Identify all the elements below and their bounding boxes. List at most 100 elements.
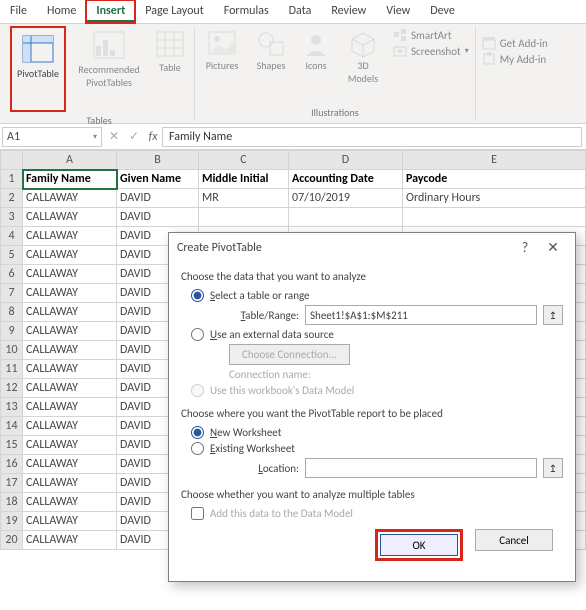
row-header[interactable]: 3 [1, 208, 23, 227]
row-header[interactable]: 13 [1, 398, 23, 417]
row-header[interactable]: 17 [1, 474, 23, 493]
row-header[interactable]: 1 [1, 170, 23, 189]
get-addins-button[interactable]: Get Add-in [482, 36, 548, 50]
smartart-button[interactable]: SmartArt [393, 28, 469, 42]
cell[interactable]: CALLAWAY [23, 227, 117, 246]
cell[interactable]: CALLAWAY [23, 455, 117, 474]
cell[interactable]: Accounting Date [289, 170, 403, 189]
row-header[interactable]: 20 [1, 531, 23, 550]
row-header[interactable]: 4 [1, 227, 23, 246]
col-header-d[interactable]: D [289, 151, 403, 170]
pictures-button[interactable]: Pictures [201, 26, 243, 71]
cancel-formula-icon[interactable]: ✕ [104, 129, 124, 144]
cell[interactable]: Given Name [117, 170, 199, 189]
cell[interactable] [199, 208, 289, 227]
table-button[interactable]: Table [152, 26, 188, 73]
cell[interactable]: CALLAWAY [23, 303, 117, 322]
tab-developer[interactable]: Deve [420, 0, 465, 23]
tab-formulas[interactable]: Formulas [214, 0, 279, 23]
icons-button[interactable]: Icons [299, 26, 333, 71]
cell[interactable]: CALLAWAY [23, 493, 117, 512]
row-header[interactable]: 2 [1, 189, 23, 208]
cell[interactable]: CALLAWAY [23, 512, 117, 531]
option-existing-worksheet[interactable]: Existing Worksheet [191, 442, 563, 455]
chevron-down-icon[interactable]: ▾ [93, 132, 97, 142]
tab-insert[interactable]: Insert [86, 0, 135, 23]
radio-new-worksheet[interactable] [191, 426, 204, 439]
row-header[interactable]: 18 [1, 493, 23, 512]
location-picker-icon[interactable]: ↥ [543, 458, 563, 478]
cell[interactable]: Ordinary Hours [403, 189, 586, 208]
cell[interactable]: CALLAWAY [23, 379, 117, 398]
cell[interactable]: Paycode [403, 170, 586, 189]
table-range-input[interactable]: Sheet1!$A$1:$M$211 [305, 305, 537, 325]
col-header-e[interactable]: E [403, 151, 586, 170]
cell[interactable]: CALLAWAY [23, 322, 117, 341]
name-box[interactable]: A1 ▾ [2, 127, 102, 147]
range-picker-icon[interactable]: ↥ [543, 305, 563, 325]
radio-external-source[interactable] [191, 328, 204, 341]
pivottable-button[interactable]: PivotTable [14, 30, 62, 108]
row-header[interactable]: 15 [1, 436, 23, 455]
cell[interactable]: CALLAWAY [23, 531, 117, 550]
shapes-button[interactable]: Shapes [251, 26, 291, 71]
row-header[interactable]: 6 [1, 265, 23, 284]
accept-formula-icon[interactable]: ✓ [124, 129, 144, 144]
cell[interactable]: MR [199, 189, 289, 208]
col-header-c[interactable]: C [199, 151, 289, 170]
tab-file[interactable]: File [0, 0, 37, 23]
checkbox-add-to-model[interactable] [191, 507, 204, 520]
cell[interactable]: CALLAWAY [23, 265, 117, 284]
radio-existing-worksheet[interactable] [191, 442, 204, 455]
cell[interactable] [403, 208, 586, 227]
col-header-a[interactable]: A [23, 151, 117, 170]
cell[interactable]: DAVID [117, 208, 199, 227]
cell[interactable]: CALLAWAY [23, 341, 117, 360]
cell[interactable]: CALLAWAY [23, 398, 117, 417]
row-header[interactable]: 5 [1, 246, 23, 265]
cell[interactable]: DAVID [117, 189, 199, 208]
close-icon[interactable]: ✕ [539, 239, 567, 256]
col-header-b[interactable]: B [117, 151, 199, 170]
row-header[interactable]: 10 [1, 341, 23, 360]
formula-input[interactable]: Family Name [162, 127, 582, 147]
option-new-worksheet[interactable]: New Worksheet [191, 426, 563, 439]
cancel-button[interactable]: Cancel [475, 529, 553, 551]
row-header[interactable]: 7 [1, 284, 23, 303]
cell[interactable]: 07/10/2019 [289, 189, 403, 208]
cell[interactable]: CALLAWAY [23, 436, 117, 455]
select-all-corner[interactable] [1, 151, 23, 170]
cell[interactable] [289, 208, 403, 227]
cell[interactable]: Family Name [23, 170, 117, 189]
fx-icon[interactable]: fx [144, 130, 162, 144]
tab-review[interactable]: Review [321, 0, 376, 23]
cell[interactable]: CALLAWAY [23, 474, 117, 493]
row-header[interactable]: 12 [1, 379, 23, 398]
cell[interactable]: Middle Initial [199, 170, 289, 189]
recommended-pivottables-button[interactable]: Recommended PivotTables [74, 26, 144, 88]
row-header[interactable]: 16 [1, 455, 23, 474]
tab-home[interactable]: Home [37, 0, 86, 23]
screenshot-button[interactable]: Screenshot ▾ [393, 44, 469, 58]
cell[interactable]: CALLAWAY [23, 284, 117, 303]
ok-button[interactable]: OK [380, 534, 458, 556]
my-addins-button[interactable]: My Add-in [482, 52, 548, 66]
row-header[interactable]: 8 [1, 303, 23, 322]
row-header[interactable]: 11 [1, 360, 23, 379]
tab-view[interactable]: View [376, 0, 420, 23]
row-header[interactable]: 9 [1, 322, 23, 341]
cell[interactable]: CALLAWAY [23, 417, 117, 436]
location-input[interactable] [305, 458, 537, 478]
cell[interactable]: CALLAWAY [23, 246, 117, 265]
row-header[interactable]: 14 [1, 417, 23, 436]
radio-select-table[interactable] [191, 289, 204, 302]
help-icon[interactable]: ? [511, 239, 539, 256]
option-select-table[interactable]: SSelect a table or rangeelect a table or… [191, 289, 563, 302]
cell[interactable]: CALLAWAY [23, 360, 117, 379]
cell[interactable]: CALLAWAY [23, 189, 117, 208]
cell[interactable]: CALLAWAY [23, 208, 117, 227]
tab-data[interactable]: Data [279, 0, 322, 23]
3d-models-button[interactable]: 3D Models [341, 26, 385, 84]
dialog-titlebar[interactable]: Create PivotTable ? ✕ [169, 233, 575, 262]
tab-page-layout[interactable]: Page Layout [135, 0, 213, 23]
